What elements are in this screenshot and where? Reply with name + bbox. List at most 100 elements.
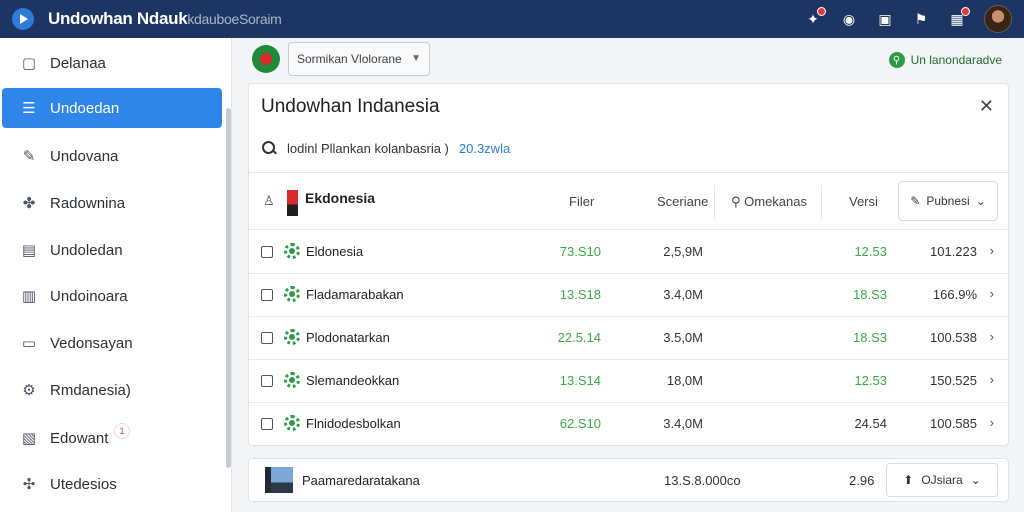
- search-row[interactable]: lodinl Pllankan kolanbasria ) 20.3zwla: [261, 140, 510, 156]
- sidebar-item-undoedan[interactable]: ☰ Undoedan: [2, 88, 222, 128]
- flag-button[interactable]: [252, 45, 280, 73]
- sidebar-item-label: Rmdanesia): [50, 381, 131, 399]
- sidebar-item-undovana[interactable]: ✎ Undovana: [2, 136, 222, 176]
- gear-icon: [284, 243, 300, 259]
- chevron-right-icon[interactable]: ›: [990, 372, 994, 387]
- row-value-3: 18.S3: [853, 287, 887, 302]
- row-name: Plodonatarkan: [306, 330, 390, 345]
- app-title: Undowhan NdaukkdauboeSoraim: [48, 9, 282, 29]
- column-header-omekanas[interactable]: ⚲ Omekanas: [731, 194, 807, 210]
- view-select[interactable]: Sormikan Vlolorane ▼: [288, 42, 430, 76]
- gear-icon: [284, 286, 300, 302]
- puzzle-icon: ✤: [22, 195, 36, 212]
- chevron-right-icon[interactable]: ›: [990, 243, 994, 258]
- search-icon: ⚲: [888, 52, 905, 68]
- sidebar-item-label: Utedesios: [50, 475, 117, 493]
- panel-title: Undowhan Indanesia: [261, 96, 440, 117]
- thumbnail-image: [265, 467, 293, 493]
- chevron-right-icon[interactable]: ›: [990, 329, 994, 344]
- row-value-4: 101.223: [930, 244, 977, 259]
- sidebar-item-delanaa[interactable]: ▢ Delanaa: [2, 43, 222, 83]
- column-divider: [714, 185, 715, 219]
- sidebar-item-rmdanesia[interactable]: ⚙ Rmdanesia): [2, 370, 222, 410]
- sidebar-item-radownina[interactable]: ✤ Radownina: [2, 183, 222, 223]
- row-value-2: 3.4,0M: [663, 287, 703, 302]
- sidebar-item-vedonsayan[interactable]: ▭ Vedonsayan: [2, 323, 222, 363]
- folder-icon: ▢: [21, 55, 37, 72]
- publish-button[interactable]: ✎ Pubnesi ⌄: [898, 181, 998, 221]
- table-row[interactable]: Eldonesia 73.S10 2,5,9M 12.53 101.223 ›: [249, 231, 1008, 274]
- sidebar-item-label: Undoedan: [50, 99, 120, 117]
- card-value-2: 2.96: [849, 473, 875, 488]
- top-bar: Undowhan NdaukkdauboeSoraim ✦ ◉ ▣ ⚑ ▦: [0, 0, 1024, 38]
- bell-icon[interactable]: ✦: [804, 7, 826, 28]
- column-header-versi[interactable]: Versi: [849, 194, 878, 209]
- calendar-icon[interactable]: ▦: [948, 7, 970, 28]
- sidebar-item-utedesios[interactable]: ✣ Utedesios: [2, 464, 222, 504]
- row-name: Flnidodesbolkan: [306, 416, 401, 431]
- sidebar-badge: 1: [114, 423, 130, 439]
- row-checkbox[interactable]: [261, 289, 273, 301]
- list-icon: ☰: [22, 100, 36, 117]
- chevron-right-icon[interactable]: ›: [990, 286, 994, 301]
- row-value-3: 12.53: [854, 373, 887, 388]
- chat-icon[interactable]: ▣: [876, 10, 894, 28]
- help-icon[interactable]: ◉: [840, 10, 858, 28]
- row-value-4: 100.585: [930, 416, 977, 431]
- row-checkbox[interactable]: [261, 246, 273, 258]
- column-divider: [821, 185, 822, 219]
- view-select-value: Sormikan Vlolorane: [297, 52, 402, 66]
- search-text: lodinl Pllankan kolanbasria ): [287, 140, 449, 156]
- person-icon: ⬆: [903, 473, 914, 487]
- gear-icon: [284, 329, 300, 345]
- sidebar-item-undoledan[interactable]: ▤ Undoledan: [2, 230, 222, 270]
- sidebar-scrollbar[interactable]: [226, 108, 231, 468]
- row-value-1: 13.S18: [559, 287, 601, 302]
- sidebar-item-undoinoara[interactable]: ▥ Undoinoara: [2, 276, 222, 316]
- sidebar-item-edowant[interactable]: ▧ Edowant 1: [2, 418, 222, 458]
- search-icon: [261, 140, 277, 156]
- row-value-1: 62.S10: [559, 416, 601, 431]
- top-link-label: Un lanondaradve: [910, 53, 1002, 67]
- row-checkbox[interactable]: [261, 418, 273, 430]
- row-value-2: 18,0M: [666, 373, 703, 388]
- table-row[interactable]: Slemandeokkan 13.S14 18,0M 12.53 150.525…: [249, 360, 1008, 403]
- person-icon: ♙: [263, 193, 275, 208]
- row-checkbox[interactable]: [261, 375, 273, 387]
- chevron-down-icon: ▼: [411, 53, 421, 64]
- row-value-1: 13.S14: [559, 373, 601, 388]
- table-row[interactable]: Flnidodesbolkan 62.S10 3.4,0M 24.54 100.…: [249, 403, 1008, 446]
- flag-icon[interactable]: ⚑: [912, 10, 930, 28]
- header-name: Ekdonesia: [305, 190, 376, 206]
- column-header-filer[interactable]: Filer: [569, 194, 594, 209]
- search-count: 20.3zwla: [458, 140, 511, 156]
- share-icon: ✣: [22, 476, 36, 493]
- chevron-down-icon: ⌄: [975, 194, 986, 208]
- row-checkbox[interactable]: [261, 332, 273, 344]
- row-value-1: 73.S10: [559, 244, 601, 259]
- table-row[interactable]: Fladamarabakan 13.S18 3.4,0M 18.S3 166.9…: [249, 274, 1008, 317]
- avatar[interactable]: [984, 5, 1012, 33]
- row-value-3: 18.S3: [853, 330, 887, 345]
- gear-icon: ⚙: [22, 382, 36, 399]
- card-action-button[interactable]: ⬆ OJsiara ⌄: [886, 463, 998, 497]
- app-title-text: Undowhan Ndauk: [48, 9, 188, 28]
- chevron-down-icon: ⌄: [970, 473, 981, 487]
- sidebar-item-label: Delanaa: [50, 54, 106, 72]
- app-subtitle: kdauboeSoraim: [187, 11, 282, 27]
- bottom-card[interactable]: Paamaredaratakana 13.S.8.000co 2.96 ⬆ OJ…: [248, 458, 1009, 502]
- sidebar-item-label: Vedonsayan: [50, 334, 133, 352]
- sidebar-item-label: Undoledan: [50, 241, 123, 259]
- gear-icon: [284, 372, 300, 388]
- app-logo-icon[interactable]: [12, 8, 34, 30]
- close-icon[interactable]: ✕: [979, 96, 994, 117]
- card-name: Paamaredaratakana: [302, 473, 420, 488]
- column-header-label: Omekanas: [744, 194, 808, 209]
- sidebar-item-label: Undovana: [50, 147, 119, 165]
- column-header-sceriane[interactable]: Sceriane: [657, 194, 708, 209]
- table-row[interactable]: Plodonatarkan 22.5.14 3.5,0M 18.S3 100.5…: [249, 317, 1008, 360]
- row-value-2: 3.4,0M: [663, 416, 703, 431]
- sidebar: ▢ Delanaa ☰ Undoedan ✎ Undovana ✤ Radown…: [0, 38, 232, 512]
- top-link[interactable]: ⚲ Un lanondaradve: [888, 52, 1002, 68]
- chevron-right-icon[interactable]: ›: [990, 415, 994, 430]
